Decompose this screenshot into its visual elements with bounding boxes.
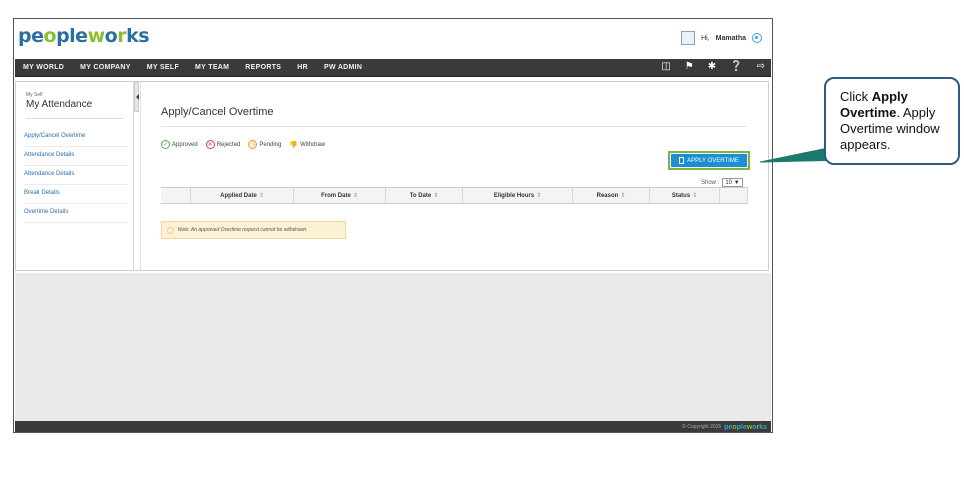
instruction-callout: Click Apply Overtime. Apply Overtime win…	[824, 77, 960, 165]
callout-pointer	[759, 145, 847, 163]
callout-text: Click Apply Overtime. Apply Overtime win…	[840, 89, 940, 152]
